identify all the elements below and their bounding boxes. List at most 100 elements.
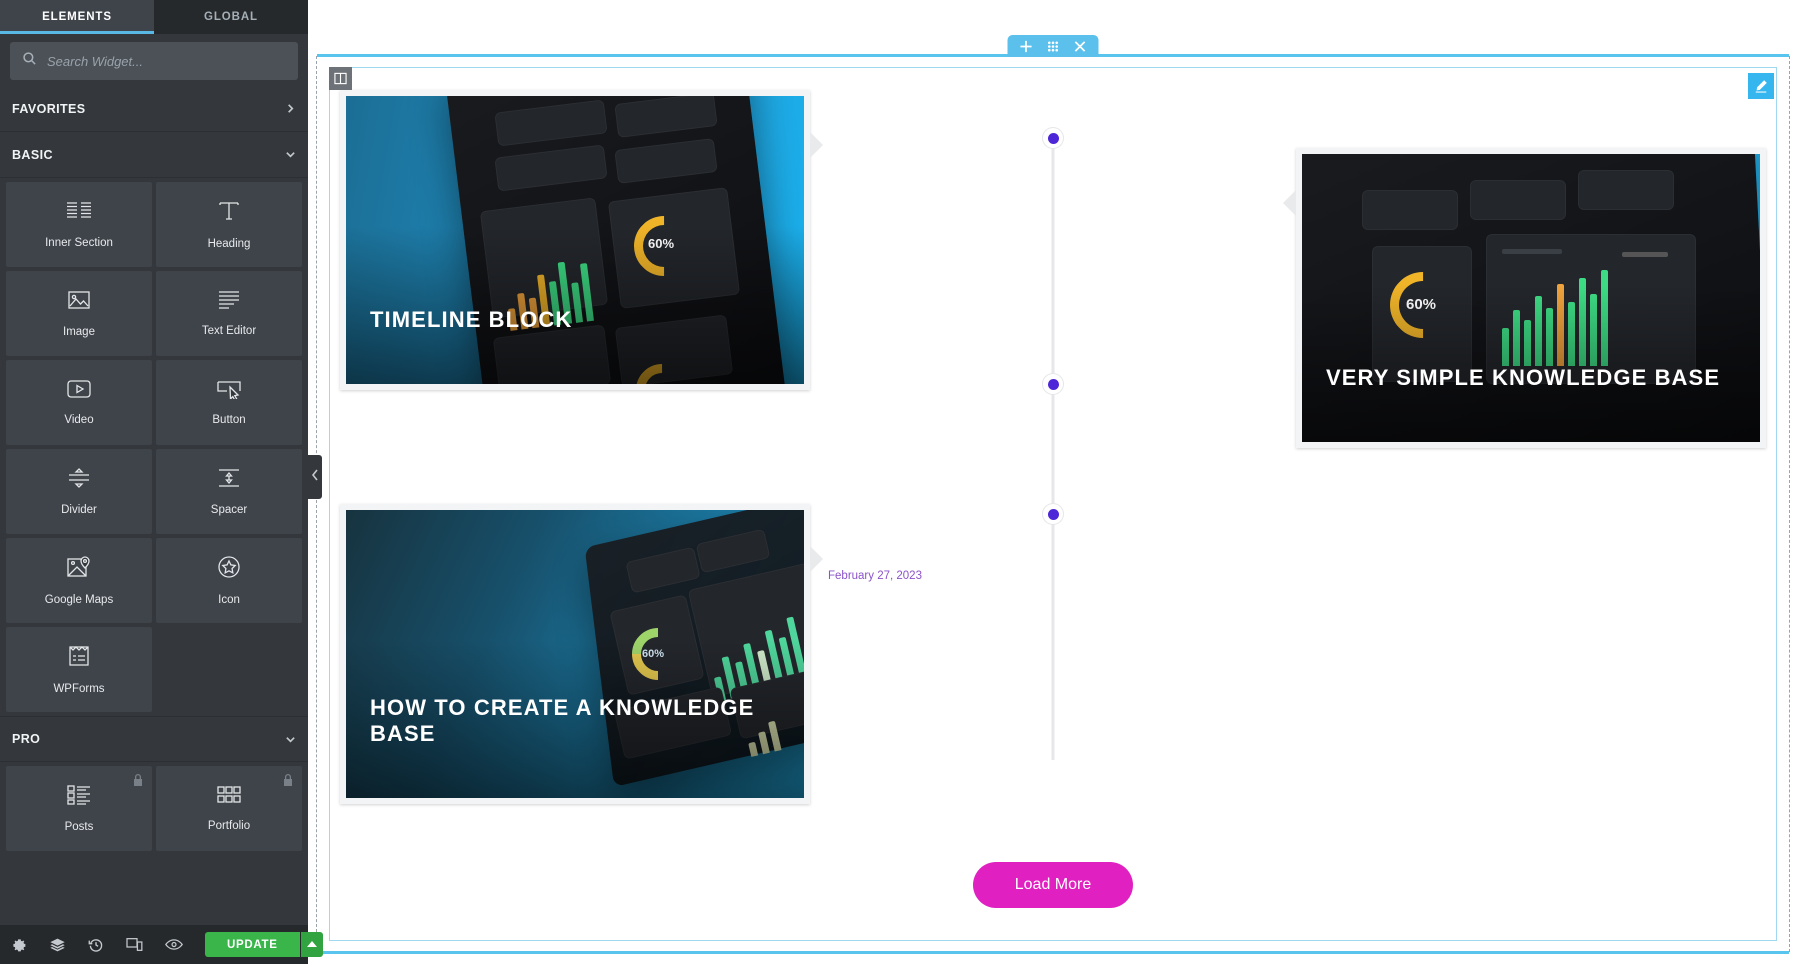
section-highlight-bottom (317, 951, 1789, 954)
chevron-down-icon (285, 734, 296, 745)
panel-collapse-handle[interactable] (307, 455, 322, 499)
divider-icon (66, 467, 92, 494)
chevron-down-icon (285, 149, 296, 160)
timeline-card-title: HOW TO CREATE A KNOWLEDGE BASE (370, 695, 755, 746)
video-icon (66, 379, 92, 404)
image-icon (67, 289, 91, 316)
panel-tab-bar: ELEMENTS GLOBAL (0, 0, 308, 34)
spacer-icon (216, 467, 242, 494)
chevron-right-icon (285, 103, 296, 114)
widget-google-maps-label: Google Maps (44, 594, 114, 606)
section-basic-label: BASIC (12, 147, 53, 162)
section-wrapper[interactable]: 60% (316, 35, 1790, 954)
widget-portfolio[interactable]: Portfolio (156, 766, 302, 851)
widget-video-label: Video (64, 414, 94, 426)
widget-divider-label: Divider (61, 504, 97, 516)
widget-icon[interactable]: Icon (156, 538, 302, 623)
tab-global[interactable]: GLOBAL (154, 0, 308, 34)
history-icon[interactable] (88, 937, 104, 953)
panel-footer-toolbar: UPDATE (0, 925, 323, 964)
widget-icon-label: Icon (218, 594, 240, 606)
lock-icon (132, 773, 144, 792)
widget-text-editor-label: Text Editor (201, 325, 257, 337)
column-handle-icon[interactable] (329, 67, 352, 90)
timeline-widget: 60% (330, 68, 1776, 940)
widget-heading-label: Heading (207, 238, 251, 250)
settings-gear-icon[interactable] (11, 937, 27, 953)
timeline-card-title: VERY SIMPLE KNOWLEDGE BASE (1326, 364, 1721, 390)
timeline-card-media: 60% VERY SIMPLE KNOWLEDGE BASE (1302, 154, 1760, 442)
widget-text-editor[interactable]: Text Editor (156, 271, 302, 356)
elementor-panel: ELEMENTS GLOBAL FAVORITES B (0, 0, 323, 964)
section-controls (1007, 35, 1099, 57)
caret-up-icon[interactable] (300, 932, 323, 957)
timeline-card-title: TIMELINE BLOCK (370, 306, 573, 332)
widget-google-maps[interactable]: Google Maps (6, 538, 152, 623)
widget-wpforms[interactable]: WPForms (6, 627, 152, 712)
load-more-wrap: Load More (338, 862, 1768, 908)
layers-navigator-icon[interactable] (49, 937, 66, 953)
tab-elements-label: ELEMENTS (42, 11, 112, 23)
update-button[interactable]: UPDATE (205, 932, 300, 957)
timeline-item[interactable]: 60% VERY SIMPLE KNOWLEDGE BASE (338, 148, 1768, 448)
widget-posts-label: Posts (64, 821, 94, 833)
wpforms-icon (67, 644, 91, 673)
portfolio-icon (216, 785, 242, 810)
load-more-button[interactable]: Load More (972, 862, 1134, 908)
widget-divider[interactable]: Divider (6, 449, 152, 534)
widget-button[interactable]: Button (156, 360, 302, 445)
widget-inner-section-label: Inner Section (45, 237, 113, 249)
section-header-pro[interactable]: PRO (0, 716, 308, 762)
widget-posts[interactable]: Posts (6, 766, 152, 851)
search-input[interactable] (47, 53, 286, 69)
widget-image-label: Image (63, 326, 95, 338)
update-button-label: UPDATE (227, 938, 278, 951)
editor-canvas: 60% (308, 0, 1800, 964)
widget-image[interactable]: Image (6, 271, 152, 356)
posts-icon (66, 784, 92, 811)
widget-spacer-label: Spacer (210, 504, 248, 516)
button-icon (216, 379, 242, 404)
chevron-left-icon (311, 468, 319, 486)
lock-icon (282, 773, 294, 792)
timeline-card-media: 60% HOW TO CREATE A KNOWLEDGE (346, 510, 804, 798)
widget-button-label: Button (212, 414, 246, 426)
google-maps-icon (66, 555, 92, 584)
timeline-card-arrow (1283, 190, 1296, 216)
section-header-favorites[interactable]: FAVORITES (0, 86, 308, 132)
widget-portfolio-label: Portfolio (207, 820, 251, 832)
column-wrapper[interactable]: 60% (329, 67, 1777, 941)
dots-grid-icon[interactable] (1047, 40, 1060, 53)
pro-widget-grid: Posts Portfolio (0, 762, 308, 851)
update-button-group: UPDATE (205, 932, 323, 957)
section-pro-label: PRO (12, 732, 41, 746)
section-header-basic[interactable]: BASIC (0, 132, 308, 178)
tab-elements[interactable]: ELEMENTS (0, 0, 154, 34)
pencil-edit-icon[interactable] (1748, 73, 1774, 99)
search-box[interactable] (10, 42, 298, 80)
widget-spacer[interactable]: Spacer (156, 449, 302, 534)
search-widget-area (0, 34, 308, 86)
section-favorites-label: FAVORITES (12, 101, 86, 116)
tab-global-label: GLOBAL (204, 11, 258, 23)
plus-icon[interactable] (1020, 40, 1033, 53)
search-icon (22, 51, 37, 71)
widget-inner-section[interactable]: Inner Section (6, 182, 152, 267)
timeline-item[interactable]: 60% HOW TO CREATE A KNOWLEDGE (338, 504, 1768, 804)
heading-icon (217, 199, 241, 228)
preview-eye-icon[interactable] (165, 938, 183, 951)
timeline-card-arrow (810, 546, 823, 572)
timeline-card[interactable]: 60% HOW TO CREATE A KNOWLEDGE (340, 504, 823, 804)
basic-widget-grid: Inner Section Heading Image Text Editor … (0, 178, 308, 712)
widget-grid-empty-slot (156, 627, 302, 712)
responsive-mode-icon[interactable] (126, 937, 143, 952)
inner-section-icon (66, 200, 92, 227)
timeline-card[interactable]: 60% VERY SIMPLE KNOWLEDGE BASE (1283, 148, 1766, 448)
star-icon (217, 555, 241, 584)
close-x-icon[interactable] (1074, 40, 1087, 53)
widget-wpforms-label: WPForms (53, 683, 105, 695)
widget-heading[interactable]: Heading (156, 182, 302, 267)
text-editor-icon (217, 290, 241, 315)
timeline-date-wrap: February 27, 2023 (828, 560, 922, 804)
widget-video[interactable]: Video (6, 360, 152, 445)
